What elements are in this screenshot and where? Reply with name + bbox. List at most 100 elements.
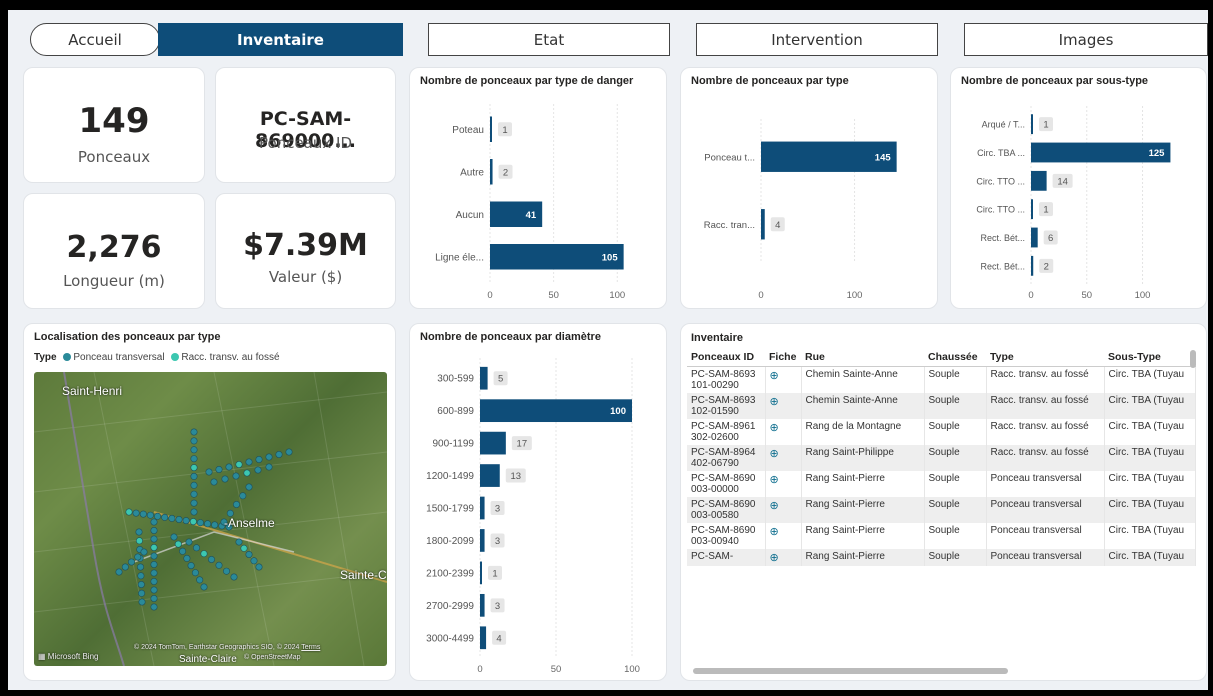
bar[interactable] [480, 561, 482, 585]
table-row[interactable]: PC-SAM- ⊕ Rang Saint-Pierre Souple Ponceau t… [687, 549, 1196, 566]
map-marker[interactable] [150, 586, 158, 594]
map-marker[interactable] [138, 589, 146, 597]
fiche-link-icon[interactable]: ⊕ [770, 396, 779, 408]
map-marker[interactable] [146, 511, 154, 519]
bar[interactable] [480, 626, 487, 650]
bar[interactable] [1031, 114, 1033, 135]
table-row[interactable]: PC-SAM-8693102-01590 ⊕ Chemin Sainte-Anne S… [687, 393, 1196, 419]
col-header-fiche[interactable]: Fiche [765, 348, 801, 367]
bar[interactable] [1031, 227, 1038, 248]
col-header-type[interactable]: Type [986, 348, 1104, 367]
map-marker[interactable] [179, 547, 187, 555]
map-marker[interactable] [170, 533, 178, 541]
map-marker[interactable] [230, 573, 238, 581]
map-marker[interactable] [204, 520, 212, 528]
map-marker[interactable] [183, 554, 191, 562]
map-marker[interactable] [190, 446, 198, 454]
fiche-link-icon[interactable]: ⊕ [770, 500, 779, 512]
table-row[interactable]: PC-SAM-8690003-00940 ⊕ Rang Saint-Pierre So… [687, 523, 1196, 549]
col-header-sous-type[interactable]: Sous-Type [1104, 348, 1195, 367]
map-marker[interactable] [139, 510, 147, 518]
map-marker[interactable] [161, 513, 169, 521]
map-marker[interactable] [285, 448, 293, 456]
map-marker[interactable] [208, 556, 216, 564]
map-marker[interactable] [150, 561, 158, 569]
fiche-link-icon[interactable]: ⊕ [770, 448, 779, 460]
map-marker[interactable] [135, 528, 143, 536]
map-marker[interactable] [135, 537, 143, 545]
bar[interactable] [1031, 199, 1033, 220]
map-marker[interactable] [250, 557, 258, 565]
map-marker[interactable] [210, 478, 218, 486]
bar[interactable] [480, 464, 500, 487]
map-marker[interactable] [190, 437, 198, 445]
nav-intervention-button[interactable]: Intervention [696, 23, 938, 56]
map-marker[interactable] [196, 519, 204, 527]
map-layer[interactable] [34, 372, 387, 666]
map-marker[interactable] [190, 499, 198, 507]
map-marker[interactable] [121, 563, 129, 571]
map-marker[interactable] [243, 469, 251, 477]
nav-images-button[interactable]: Images [964, 23, 1208, 56]
fiche-link-icon[interactable]: ⊕ [770, 474, 779, 486]
map-marker[interactable] [233, 501, 241, 509]
map-marker[interactable] [182, 517, 190, 525]
map-marker[interactable] [175, 516, 183, 524]
map-marker[interactable] [190, 490, 198, 498]
bar[interactable] [480, 431, 506, 455]
col-header-rue[interactable]: Rue [801, 348, 924, 367]
map-marker[interactable] [137, 581, 145, 589]
map-marker[interactable] [200, 550, 208, 558]
map-marker[interactable] [211, 521, 219, 529]
map-marker[interactable] [265, 453, 273, 461]
map-marker[interactable] [240, 544, 248, 552]
map-marker[interactable] [223, 567, 231, 575]
map-marker[interactable] [190, 508, 198, 516]
nav-accueil-button[interactable]: Accueil [30, 23, 160, 56]
col-header-chaussee[interactable]: Chaussée [924, 348, 986, 367]
bar[interactable] [1031, 170, 1047, 191]
map-marker[interactable] [150, 603, 158, 611]
map-marker[interactable] [137, 572, 145, 580]
map-terms-link[interactable]: Terms [301, 644, 320, 651]
bar[interactable] [480, 366, 488, 390]
map-osm-link[interactable]: © OpenStreetMap [244, 654, 301, 661]
fiche-link-icon[interactable]: ⊕ [770, 552, 779, 564]
map-marker[interactable] [221, 475, 229, 483]
map-marker[interactable] [150, 527, 158, 535]
map-marker[interactable] [235, 538, 243, 546]
map-marker[interactable] [245, 551, 253, 559]
bar[interactable] [1031, 255, 1034, 276]
map-marker[interactable] [235, 461, 243, 469]
map-marker[interactable] [132, 509, 140, 517]
map-marker[interactable] [150, 569, 158, 577]
map-marker[interactable] [215, 561, 223, 569]
col-header-ponceaux-id[interactable]: Ponceaux ID [687, 348, 765, 367]
map-marker[interactable] [193, 544, 201, 552]
map-marker[interactable] [200, 583, 208, 591]
bar[interactable] [480, 496, 485, 520]
bar[interactable] [490, 159, 493, 185]
map-marker[interactable] [168, 514, 176, 522]
map-marker[interactable] [150, 552, 158, 560]
map-marker[interactable] [275, 451, 283, 459]
map-marker[interactable] [190, 481, 198, 489]
map-marker[interactable] [245, 458, 253, 466]
map-marker[interactable] [232, 472, 240, 480]
map-marker[interactable] [191, 569, 199, 577]
map-marker[interactable] [239, 492, 247, 500]
map-marker[interactable] [185, 538, 193, 546]
map-marker[interactable] [255, 456, 263, 464]
map-marker[interactable] [138, 598, 146, 606]
table-horizontal-scrollbar[interactable] [693, 668, 1008, 674]
fiche-link-icon[interactable]: ⊕ [770, 526, 779, 538]
fiche-link-icon[interactable]: ⊕ [770, 422, 779, 434]
bar[interactable] [761, 209, 765, 240]
map-marker[interactable] [187, 562, 195, 570]
map-marker[interactable] [150, 595, 158, 603]
map-marker[interactable] [190, 455, 198, 463]
map-view[interactable]: Saint-Henri -Anselme Sainte-C Sainte-Cla… [34, 372, 387, 666]
table-row[interactable]: PC-SAM-8964402-06790 ⊕ Rang Saint-Philippe… [687, 445, 1196, 471]
map-marker[interactable] [150, 518, 158, 526]
table-vertical-scrollbar[interactable] [1190, 350, 1196, 368]
